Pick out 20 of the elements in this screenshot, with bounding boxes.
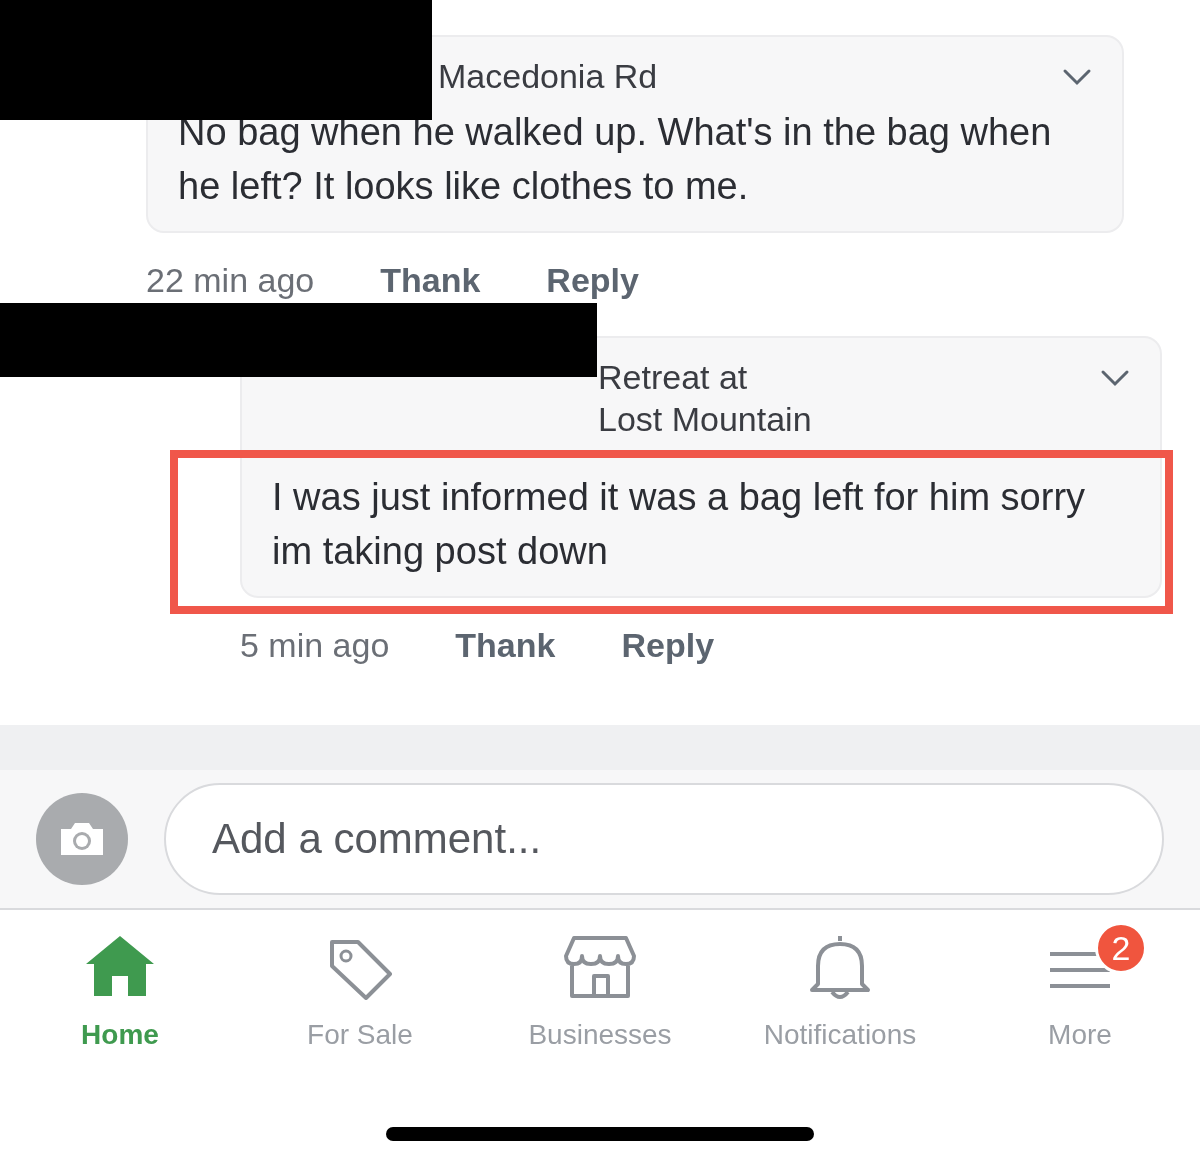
neighborhood-name: Retreat at <box>598 357 749 398</box>
comment-action[interactable]: Thank <box>380 255 481 306</box>
chevron-down-icon[interactable] <box>1100 368 1130 388</box>
comment-action[interactable]: Reply <box>546 255 639 306</box>
comment-time: 22 min ago <box>146 260 315 301</box>
chevron-down-icon[interactable] <box>1062 67 1092 87</box>
notification-count: 2 <box>1095 922 1147 974</box>
comment-input[interactable]: Add a comment... <box>164 783 1164 895</box>
neighborhood-name: Lost Mountain <box>598 399 812 440</box>
comment-time: 5 min ago <box>240 625 390 666</box>
tab-item[interactable]: Home <box>0 910 240 1057</box>
comment-action[interactable]: Thank <box>455 620 556 671</box>
tab-item[interactable]: Businesses <box>480 910 720 1057</box>
comment-text: I was just informed it was a bag left for him sorry im taking post down <box>272 476 1086 572</box>
comment-action[interactable]: Reply <box>621 620 715 671</box>
tab-item[interactable]: For Sale <box>240 910 480 1057</box>
comment-text: No bag when he walked up. What's in the bag when he left? It looks like clothes to me. <box>178 111 1052 207</box>
tab-item[interactable]: Notifications <box>720 910 960 1057</box>
neighborhood-name: Macedonia Rd <box>438 56 658 97</box>
tab-item[interactable]: More 2 <box>960 910 1200 1057</box>
